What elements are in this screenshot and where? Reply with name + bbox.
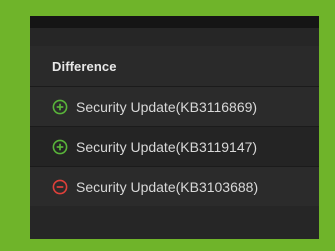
difference-header-label: Difference bbox=[52, 58, 117, 74]
difference-panel: Difference Security Update(KB3116869) Se… bbox=[30, 16, 319, 239]
update-label: Security Update(KB3116869) bbox=[76, 98, 258, 115]
column-header: Difference bbox=[30, 46, 319, 86]
panel-bottom-space bbox=[30, 206, 319, 239]
update-row-kb3103688[interactable]: Security Update(KB3103688) bbox=[30, 166, 319, 206]
update-row-kb3116869[interactable]: Security Update(KB3116869) bbox=[30, 86, 319, 126]
update-label: Security Update(KB3119147) bbox=[76, 138, 258, 155]
panel-topbar bbox=[30, 16, 319, 28]
plus-circle-icon bbox=[52, 99, 68, 115]
minus-circle-icon bbox=[52, 179, 68, 195]
app-frame: Difference Security Update(KB3116869) Se… bbox=[0, 0, 335, 251]
update-row-kb3119147[interactable]: Security Update(KB3119147) bbox=[30, 126, 319, 166]
plus-circle-icon bbox=[52, 139, 68, 155]
update-label: Security Update(KB3103688) bbox=[76, 178, 259, 195]
